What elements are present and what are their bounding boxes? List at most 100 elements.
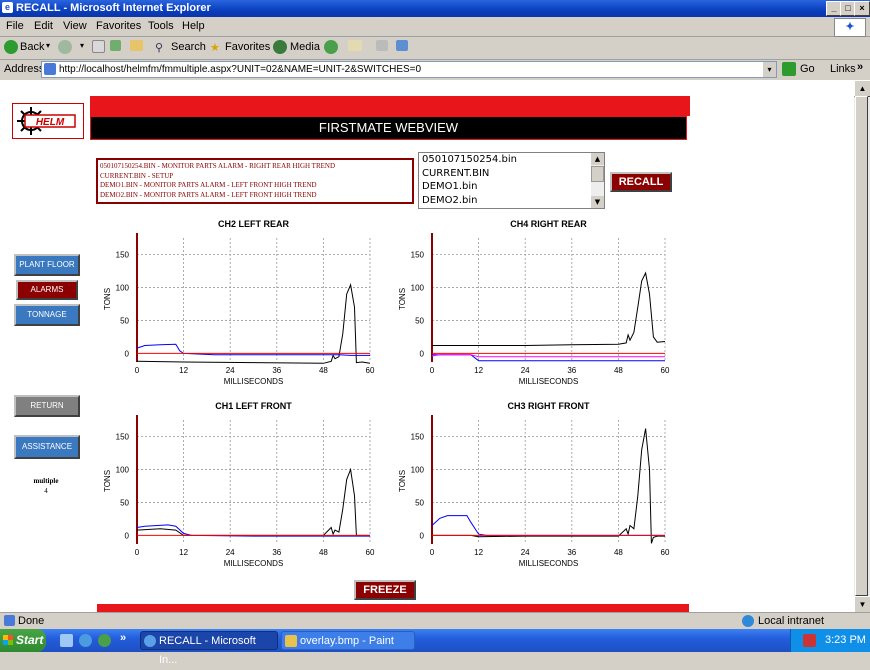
record-item[interactable]: DEMO1.BIN - MONITOR PARTS ALARM - LEFT F… [100, 181, 410, 191]
chart-3: CH3 RIGHT FRONT 0 12 24 36 48 60 0 50 100 150 MILLI… [398, 401, 670, 568]
plant-floor-button[interactable]: PLANT FLOOR [14, 254, 80, 276]
back-dropdown-icon[interactable]: ▾ [46, 41, 50, 50]
x-tick-label: 12 [474, 548, 483, 557]
scroll-down-icon[interactable]: ▼ [854, 596, 870, 613]
y-tick-label: 0 [420, 349, 425, 358]
forward-arrow-icon[interactable] [58, 40, 72, 54]
menu-tools[interactable]: Tools [148, 20, 174, 32]
start-button[interactable]: Start [0, 629, 46, 652]
task-ie-window[interactable]: RECALL - Microsoft In... [140, 631, 278, 666]
file-listbox[interactable]: 050107150254.bin CURRENT.BIN DEMO1.bin D… [418, 152, 605, 209]
menu-edit[interactable]: Edit [34, 20, 53, 32]
x-axis-label: MILLISECONDS [519, 377, 579, 386]
taskbar: Start » RECALL - Microsoft In... overlay… [0, 629, 870, 666]
scroll-down-icon[interactable]: ▼ [591, 196, 604, 208]
back-arrow-icon[interactable] [4, 40, 18, 54]
file-item[interactable]: CURRENT.BIN [419, 167, 604, 181]
record-item[interactable]: DEMO2.BIN - MONITOR PARTS ALARM - LEFT F… [100, 191, 410, 201]
search-button[interactable]: Search [171, 41, 206, 53]
scroll-up-icon[interactable]: ▲ [854, 80, 870, 97]
quicklaunch-media-icon[interactable] [98, 634, 111, 647]
y-tick-label: 150 [411, 250, 425, 259]
scroll-thumb[interactable] [855, 96, 868, 596]
tray-app-icon[interactable] [803, 634, 816, 647]
address-dropdown-icon[interactable]: ▾ [763, 62, 776, 77]
menu-view[interactable]: View [63, 20, 87, 32]
mode-value: 4 [44, 487, 48, 495]
go-button[interactable]: Go [800, 63, 815, 75]
system-tray: 3:23 PM [790, 629, 870, 652]
forward-dropdown-icon[interactable]: ▾ [80, 41, 84, 50]
home-icon[interactable] [130, 40, 143, 51]
quicklaunch-ie-icon[interactable] [79, 634, 92, 647]
task-ie-icon [144, 635, 156, 647]
x-tick-label: 12 [179, 366, 188, 375]
helm-logo: HELM [12, 103, 84, 139]
freeze-button[interactable]: FREEZE [354, 580, 416, 600]
x-tick-label: 60 [661, 548, 670, 557]
alarms-button[interactable]: ALARMS [16, 280, 78, 300]
y-axis-label: TONS [398, 288, 407, 310]
page-scrollbar[interactable]: ▲ ▼ [854, 80, 870, 613]
media-button[interactable]: Media [290, 41, 320, 53]
intranet-globe-icon [742, 615, 754, 627]
series-line [136, 283, 371, 364]
chart-title: CH1 LEFT FRONT [215, 401, 292, 411]
address-url: http://localhost/helmfm/fmmultiple.aspx?… [59, 64, 422, 75]
close-button[interactable]: × [854, 1, 870, 16]
menu-help[interactable]: Help [182, 20, 205, 32]
mode-label: multiple [33, 477, 59, 485]
return-button[interactable]: RETURN [14, 395, 80, 417]
links-button[interactable]: Links [830, 63, 856, 75]
y-tick-label: 150 [411, 432, 425, 441]
tonnage-button[interactable]: TONNAGE [14, 304, 80, 326]
go-arrow-icon[interactable] [782, 62, 796, 76]
y-tick-label: 0 [420, 531, 425, 540]
task-paint-window[interactable]: overlay.bmp - Paint [281, 631, 415, 650]
header-red-bar [90, 96, 690, 116]
quicklaunch-desktop-icon[interactable] [60, 634, 73, 647]
favorites-button[interactable]: Favorites [225, 41, 270, 53]
window-title: RECALL - Microsoft Internet Explorer [16, 2, 211, 14]
chart-title: CH3 RIGHT FRONT [508, 401, 591, 411]
chevron-right-icon[interactable]: » [857, 61, 863, 73]
y-tick-label: 50 [120, 316, 129, 325]
zone-text: Local intranet [758, 615, 825, 627]
series-line [431, 354, 665, 358]
record-item[interactable]: 050107150254.BIN - MONITOR PARTS ALARM -… [100, 162, 410, 172]
menu-file[interactable]: File [6, 20, 24, 32]
menu-favorites[interactable]: Favorites [96, 20, 141, 32]
recall-button[interactable]: RECALL [610, 172, 672, 192]
listbox-scroll-thumb[interactable] [591, 166, 604, 182]
x-tick-label: 36 [272, 548, 281, 557]
assistance-button[interactable]: ASSISTANCE [14, 435, 80, 459]
y-tick-label: 100 [411, 283, 425, 292]
stop-icon[interactable] [92, 40, 105, 53]
file-item[interactable]: 050107150254.bin [419, 153, 604, 167]
menu-bar: File Edit View Favorites Tools Help ✦ [0, 17, 870, 37]
ie-window-icon: e [2, 2, 13, 13]
y-axis-label: TONS [398, 470, 407, 492]
history-icon[interactable] [324, 40, 338, 54]
file-item[interactable]: DEMO1.bin [419, 180, 604, 194]
refresh-icon[interactable] [110, 40, 121, 51]
address-input[interactable]: http://localhost/helmfm/fmmultiple.aspx?… [41, 61, 777, 78]
listbox-scrollbar[interactable]: ▲ ▼ [591, 153, 604, 208]
chevron-right-icon[interactable]: » [120, 632, 126, 644]
print-icon[interactable] [376, 40, 388, 51]
edit-icon[interactable] [396, 40, 408, 51]
chart-title: CH4 RIGHT REAR [510, 219, 587, 229]
favorites-star-icon[interactable]: ★ [210, 41, 220, 54]
mail-icon[interactable] [348, 40, 362, 51]
scroll-up-icon[interactable]: ▲ [591, 153, 604, 165]
y-tick-label: 100 [116, 283, 130, 292]
search-icon[interactable]: ⚲ [155, 41, 163, 54]
x-tick-label: 12 [179, 548, 188, 557]
x-tick-label: 0 [135, 366, 140, 375]
y-tick-label: 100 [116, 465, 130, 474]
record-list: 050107150254.BIN - MONITOR PARTS ALARM -… [96, 158, 414, 204]
file-item[interactable]: DEMO2.bin [419, 194, 604, 208]
back-button[interactable]: Back [20, 41, 44, 53]
media-icon[interactable] [273, 40, 287, 54]
record-item[interactable]: CURRENT.BIN - SETUP [100, 172, 410, 182]
